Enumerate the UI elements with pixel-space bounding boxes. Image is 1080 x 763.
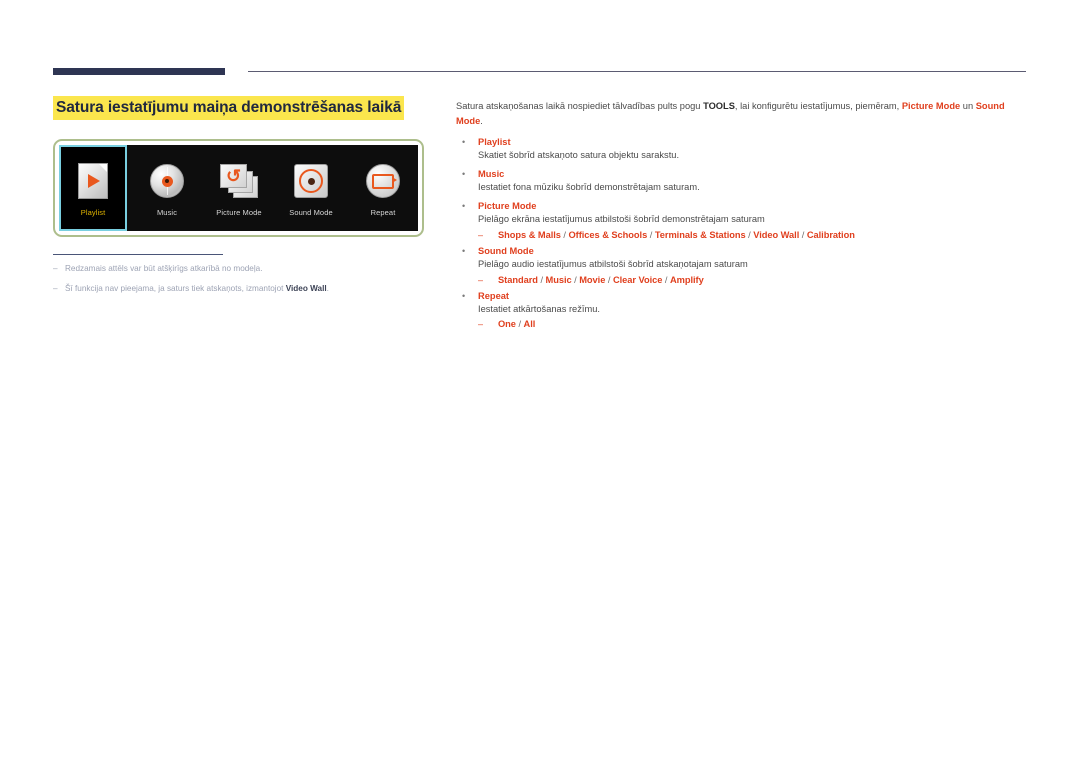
footnote-divider bbox=[53, 254, 223, 255]
option-term: One bbox=[498, 319, 516, 330]
option-term: Music bbox=[545, 274, 572, 285]
option-term: Amplify bbox=[669, 274, 704, 285]
item-options-row: – One / All bbox=[456, 319, 1028, 329]
option-term: Standard bbox=[498, 274, 538, 285]
option-term: Clear Voice bbox=[612, 274, 663, 285]
bullet-marker-icon: • bbox=[462, 290, 466, 301]
footnote-bold-term: Video Wall bbox=[285, 284, 327, 294]
item-title: Music bbox=[478, 168, 505, 179]
tile-playlist[interactable]: Playlist bbox=[59, 145, 127, 231]
left-column: Satura iestatījumu maiņa demonstrēšanas … bbox=[53, 96, 428, 121]
option-term: Terminals & Stations bbox=[654, 229, 746, 240]
item-title: Sound Mode bbox=[478, 245, 534, 256]
playlist-document-play-icon bbox=[78, 159, 108, 203]
tools-button-term: TOOLS bbox=[703, 101, 735, 111]
option-term: Movie bbox=[579, 274, 606, 285]
footnote-item: – Redzamais attēls var būt atšķirīgs atk… bbox=[53, 263, 433, 275]
item-title: Repeat bbox=[478, 290, 510, 301]
intro-paragraph: Satura atskaņošanas laikā nospiediet tāl… bbox=[456, 99, 1028, 129]
item-description: Iestatiet fona mūziku šobrīd demonstrēta… bbox=[478, 181, 700, 192]
item-options-row: – Shops & Malls / Offices & Schools / Te… bbox=[456, 230, 1028, 240]
tile-repeat-label: Repeat bbox=[370, 208, 396, 217]
bullet-head: • Picture Mode bbox=[456, 201, 1028, 211]
bullet-head: • Sound Mode bbox=[456, 246, 1028, 256]
footnote-list: – Redzamais attēls var būt atšķirīgs atk… bbox=[53, 263, 433, 304]
tile-music[interactable]: Music bbox=[131, 145, 203, 231]
right-column: Satura atskaņošanas laikā nospiediet tāl… bbox=[456, 99, 1028, 335]
intro-text-2: , lai konfigurētu iestatījumus, piemēram… bbox=[734, 101, 902, 111]
option-term: Offices & Schools bbox=[568, 229, 648, 240]
tile-picture-mode[interactable]: ↺ Picture Mode bbox=[203, 145, 275, 231]
sound-mode-speaker-icon bbox=[294, 159, 328, 203]
bullet-head: • Playlist bbox=[456, 137, 1028, 147]
option-term: Shops & Malls bbox=[498, 229, 561, 240]
footnote-dash: – bbox=[53, 284, 58, 294]
option-term: All bbox=[523, 319, 536, 330]
header-rule-thick bbox=[53, 68, 225, 75]
bullet-marker-icon: • bbox=[462, 168, 466, 179]
dash-marker-icon: – bbox=[478, 319, 484, 330]
item-options: One / All bbox=[498, 319, 536, 330]
device-preview-screen: Playlist Music ↺ Picture Mode Sound Mode… bbox=[59, 145, 418, 231]
item-options-row: – Standard / Music / Movie / Clear Voice… bbox=[456, 275, 1028, 285]
item-title: Playlist bbox=[478, 136, 511, 147]
header-rule-thin bbox=[248, 71, 1026, 72]
page-title: Satura iestatījumu maiņa demonstrēšanas … bbox=[53, 96, 405, 121]
item-options: Standard / Music / Movie / Clear Voice /… bbox=[498, 274, 704, 285]
intro-text-4: . bbox=[480, 115, 483, 126]
picture-mode-term: Picture Mode bbox=[901, 101, 961, 111]
list-item-picture-mode: • Picture Mode Pielāgo ekrāna iestatījum… bbox=[456, 201, 1028, 240]
tile-picture-mode-label: Picture Mode bbox=[216, 208, 262, 217]
device-preview-frame: Playlist Music ↺ Picture Mode Sound Mode… bbox=[53, 139, 424, 237]
item-title: Picture Mode bbox=[478, 200, 537, 211]
item-description: Iestatiet atkārtošanas režīmu. bbox=[478, 303, 600, 314]
bullet-head: • Music bbox=[456, 169, 1028, 179]
bullet-marker-icon: • bbox=[462, 245, 466, 256]
music-disc-icon bbox=[150, 159, 184, 203]
tile-playlist-label: Playlist bbox=[80, 208, 106, 217]
list-item-repeat: • Repeat Iestatiet atkārtošanas režīmu. … bbox=[456, 291, 1028, 330]
dash-marker-icon: – bbox=[478, 274, 484, 285]
footnote-dash: – bbox=[53, 264, 58, 273]
tile-sound-mode[interactable]: Sound Mode bbox=[275, 145, 347, 231]
list-item-music: • Music Iestatiet fona mūziku šobrīd dem… bbox=[456, 169, 1028, 195]
list-item-sound-mode: • Sound Mode Pielāgo audio iestatījumus … bbox=[456, 246, 1028, 285]
footnote-item: – Šī funkcija nav pieejama, ja saturs ti… bbox=[53, 283, 433, 295]
dash-marker-icon: – bbox=[478, 229, 484, 240]
repeat-loop-icon bbox=[366, 159, 400, 203]
intro-text-3: un bbox=[960, 101, 976, 111]
option-term: Calibration bbox=[806, 229, 855, 240]
picture-mode-sheets-cycle-icon: ↺ bbox=[220, 159, 258, 203]
item-description: Pielāgo audio iestatījumus atbilstoši šo… bbox=[478, 258, 748, 269]
list-item-playlist: • Playlist Skatiet šobrīd atskaņoto satu… bbox=[456, 137, 1028, 163]
tile-music-label: Music bbox=[156, 208, 178, 217]
option-term: Video Wall bbox=[753, 229, 800, 240]
item-options: Shops & Malls / Offices & Schools / Term… bbox=[498, 229, 855, 240]
bullet-marker-icon: • bbox=[462, 200, 466, 211]
tile-sound-mode-label: Sound Mode bbox=[289, 208, 333, 217]
bullet-marker-icon: • bbox=[462, 136, 466, 147]
tile-repeat[interactable]: Repeat bbox=[347, 145, 419, 231]
footnote-text: Redzamais attēls var būt atšķirīgs atkar… bbox=[65, 264, 263, 273]
item-description: Skatiet šobrīd atskaņoto satura objektu … bbox=[478, 149, 680, 160]
bullet-head: • Repeat bbox=[456, 291, 1028, 301]
intro-text-1: Satura atskaņošanas laikā nospiediet tāl… bbox=[456, 101, 704, 111]
footnote-text: Šī funkcija nav pieejama, ja saturs tiek… bbox=[65, 284, 329, 294]
item-description: Pielāgo ekrāna iestatījumus atbilstoši š… bbox=[478, 213, 765, 224]
